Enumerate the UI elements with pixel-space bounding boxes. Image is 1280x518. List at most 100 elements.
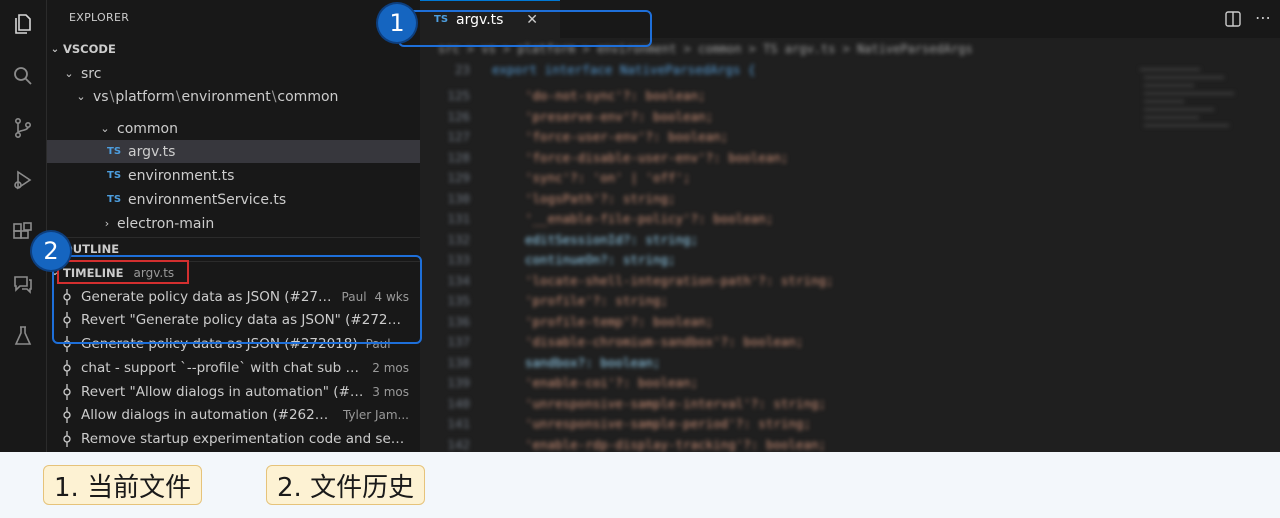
line-number: 23 bbox=[454, 62, 470, 77]
commit-icon bbox=[63, 406, 71, 423]
timeline-message: chat - support `--profile` with chat sub… bbox=[81, 359, 365, 376]
more-actions-icon[interactable]: ⋯ bbox=[1255, 8, 1272, 27]
code-text: 'profile'?: string; bbox=[525, 293, 668, 308]
run-debug-icon[interactable] bbox=[9, 166, 37, 194]
path-part: common bbox=[277, 88, 339, 105]
timeline-message: Revert "Allow dialogs in automation" (#2… bbox=[81, 383, 365, 400]
line-number: 139 bbox=[447, 375, 470, 390]
folder-label: common bbox=[117, 120, 178, 137]
workspace-name: VSCODE bbox=[63, 42, 116, 56]
line-number: 125 bbox=[447, 88, 470, 103]
code-text: 'disable-chromium-sandbox'?: boolean; bbox=[525, 334, 804, 349]
code-text: editSessionId?: string; bbox=[525, 231, 699, 247]
timeline-age: 2 mos bbox=[372, 360, 409, 375]
line-number: 127 bbox=[447, 129, 470, 144]
line-number: 134 bbox=[447, 272, 470, 288]
code-text: 'force-user-env'?: boolean; bbox=[525, 129, 729, 144]
code-text: '__enable-file-policy'?: boolean; bbox=[525, 211, 774, 226]
line-number: 141 bbox=[447, 416, 470, 431]
timeline-age: 3 mos bbox=[372, 384, 409, 399]
line-number: 142 bbox=[447, 436, 470, 452]
tree-file-environment[interactable]: TS environment.ts bbox=[47, 164, 420, 187]
code-text: 'force-disable-user-env'?: boolean; bbox=[525, 149, 789, 165]
code-text: 'sync'?: 'on' | 'off'; bbox=[525, 170, 691, 185]
legend-bar: 1. 当前文件 2. 文件历史 bbox=[0, 452, 1280, 518]
timeline-entry[interactable]: Remove startup experimentation code and … bbox=[59, 427, 409, 450]
chevron-down-icon: ⌄ bbox=[50, 43, 60, 55]
tree-file-environment-service[interactable]: TS environmentService.ts bbox=[47, 188, 420, 211]
line-number: 126 bbox=[447, 108, 470, 124]
folder-label: electron-main bbox=[117, 215, 215, 232]
timeline-author: Tyler Jam... bbox=[342, 407, 409, 422]
editor-area: TS argv.ts ✕ ⋯ src > vs > platform > env… bbox=[420, 0, 1280, 452]
activity-bar bbox=[0, 0, 47, 452]
line-number: 133 bbox=[447, 252, 470, 267]
code-text: 'preserve-env'?: boolean; bbox=[525, 108, 714, 124]
typescript-file-icon: TS bbox=[107, 146, 122, 157]
typescript-file-icon: TS bbox=[107, 194, 122, 205]
code-text: 'locate-shell-integration-path'?: string… bbox=[525, 272, 834, 288]
callout-number-2: 2 bbox=[32, 232, 70, 270]
path-part: vs bbox=[93, 88, 109, 105]
code-text: export interface NativeParsedArgs { bbox=[492, 62, 756, 77]
timeline-entry[interactable]: Revert "Allow dialogs in automation" (#2… bbox=[59, 380, 409, 403]
file-label: environmentService.ts bbox=[128, 191, 287, 208]
explorer-icon[interactable] bbox=[9, 10, 37, 38]
search-icon[interactable] bbox=[9, 62, 37, 90]
file-label: argv.ts bbox=[128, 143, 176, 160]
timeline-entry[interactable]: chat - support `--profile` with chat sub… bbox=[59, 356, 409, 379]
typescript-file-icon: TS bbox=[107, 170, 122, 181]
code-text: 'profile-temp'?: boolean; bbox=[525, 313, 714, 329]
workspace-section-header[interactable]: ⌄ VSCODE bbox=[47, 38, 420, 60]
path-part: environment bbox=[181, 88, 271, 105]
code-editor[interactable]: src > vs > platform > environment > comm… bbox=[420, 38, 1280, 452]
line-number: 135 bbox=[447, 293, 470, 308]
tree-folder-electron-main[interactable]: › electron-main bbox=[47, 212, 420, 235]
testing-icon[interactable] bbox=[9, 322, 37, 350]
legend-file-history: 2. 文件历史 bbox=[266, 465, 426, 505]
callout-number-1: 1 bbox=[378, 4, 416, 42]
line-number: 138 bbox=[447, 354, 470, 370]
code-text: 'unresponsive-sample-period'?: string; bbox=[525, 416, 811, 431]
tree-folder-common[interactable]: ⌄ common bbox=[47, 117, 420, 140]
path-separator: \ bbox=[175, 88, 181, 105]
line-number: 129 bbox=[447, 170, 470, 185]
explorer-title: EXPLORER bbox=[69, 11, 130, 24]
current-file-callout bbox=[398, 10, 652, 47]
tree-folder-path[interactable]: ⌄ vs\platform\environment\common bbox=[47, 85, 420, 108]
line-number: 131 bbox=[447, 211, 470, 226]
folder-label: src bbox=[81, 65, 102, 82]
folder-path-label: vs\platform\environment\common bbox=[93, 89, 338, 105]
timeline-entry[interactable]: Allow dialogs in automation (#262417) Ty… bbox=[59, 403, 409, 426]
code-text: 'logsPath'?: string; bbox=[525, 190, 676, 206]
commit-icon bbox=[63, 383, 71, 400]
code-text: 'enable-rdp-display-tracking'?: boolean; bbox=[525, 436, 827, 452]
line-number: 136 bbox=[447, 313, 470, 329]
chevron-down-icon: ⌄ bbox=[100, 122, 110, 135]
commit-icon bbox=[63, 359, 71, 376]
chevron-down-icon: ⌄ bbox=[64, 67, 74, 80]
vscode-window: EXPLORER ⌄ VSCODE ⌄ src ⌄ vs\platform\en… bbox=[0, 0, 1280, 452]
split-editor-icon[interactable] bbox=[1224, 10, 1242, 28]
extensions-icon[interactable] bbox=[9, 218, 37, 246]
tree-file-argv[interactable]: TS argv.ts bbox=[47, 140, 420, 163]
file-label: environment.ts bbox=[128, 167, 235, 184]
outline-title: OUTLINE bbox=[63, 241, 120, 256]
timeline-message: Remove startup experimentation code and … bbox=[81, 430, 409, 447]
minimap[interactable] bbox=[1140, 68, 1270, 448]
tree-folder-src[interactable]: ⌄ src bbox=[47, 62, 420, 85]
line-number: 128 bbox=[447, 149, 470, 165]
timeline-message: Allow dialogs in automation (#262417) bbox=[81, 406, 335, 423]
chat-icon[interactable] bbox=[9, 270, 37, 298]
line-number: 137 bbox=[447, 334, 470, 349]
code-text: 'do-not-sync'?: boolean; bbox=[525, 88, 706, 103]
line-number: 130 bbox=[447, 190, 470, 206]
chevron-down-icon: ⌄ bbox=[76, 90, 86, 103]
code-text: sandbox?: boolean; bbox=[525, 354, 661, 370]
path-part: platform bbox=[115, 88, 175, 105]
timeline-highlight-box bbox=[57, 260, 189, 284]
chevron-right-icon: › bbox=[104, 217, 110, 230]
code-text: 'enable-coi'?: boolean; bbox=[525, 375, 699, 390]
source-control-icon[interactable] bbox=[9, 114, 37, 142]
line-number: 132 bbox=[447, 231, 470, 247]
